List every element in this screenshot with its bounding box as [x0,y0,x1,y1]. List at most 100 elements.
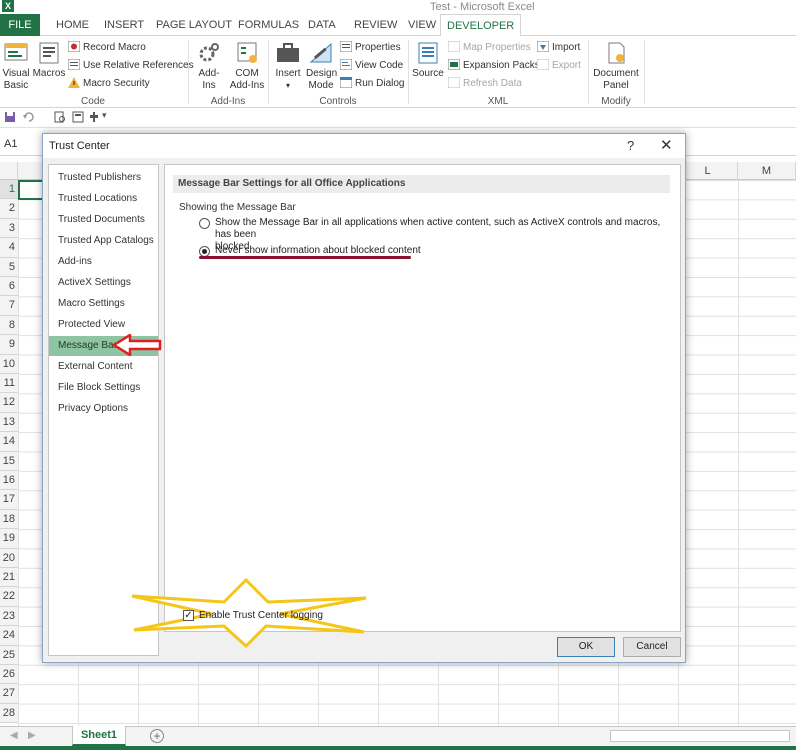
print-preview-icon[interactable] [54,111,66,123]
row-header[interactable]: 6 [0,277,18,297]
row-header[interactable]: 11 [0,374,18,394]
tab-file[interactable]: FILE [0,14,40,36]
radio-show-message-bar[interactable] [199,218,210,229]
nav-item-macro-settings[interactable]: Macro Settings [49,294,158,314]
tab-home[interactable]: HOME [50,14,95,36]
dialog-title: Trust Center [49,140,110,152]
document-panel-button[interactable]: Document Panel [592,40,640,92]
nav-item-trusted-locations[interactable]: Trusted Locations [49,189,158,209]
save-icon[interactable] [4,111,16,123]
macro-security-button[interactable]: Macro Security [68,76,150,92]
ok-button[interactable]: OK [557,637,615,657]
tab-review[interactable]: REVIEW [348,14,403,36]
row-header[interactable]: 19 [0,529,18,549]
view-code-button[interactable]: View Code [340,58,403,74]
name-box[interactable]: A1 [4,138,17,150]
row-header[interactable]: 26 [0,665,18,685]
row-header[interactable]: 21 [0,568,18,588]
run-dialog-button[interactable]: Run Dialog [340,76,404,92]
macros-button[interactable]: Macros [32,40,66,80]
cancel-button[interactable]: Cancel [623,637,681,657]
help-button[interactable]: ? [627,138,634,153]
row-header[interactable]: 10 [0,354,18,374]
row-header[interactable]: 9 [0,335,18,355]
option-show-message-bar[interactable]: Show the Message Bar in all applications… [199,217,669,252]
row-header[interactable]: 24 [0,626,18,646]
com-addins-button[interactable]: COM Add-Ins [229,40,265,92]
toggle-icon[interactable] [88,111,100,123]
source-button[interactable]: Source [412,40,444,80]
status-bar [0,746,796,750]
nav-item-trusted-app-catalogs[interactable]: Trusted App Catalogs [49,231,158,251]
row-header[interactable]: 20 [0,548,18,568]
expansion-packs-button[interactable]: Expansion Packs [448,58,540,74]
row-header[interactable]: 13 [0,412,18,433]
insert-control-button[interactable]: Insert ▾ [272,40,304,92]
select-all-corner[interactable] [0,162,18,180]
column-header-m[interactable]: M [738,162,796,180]
row-header[interactable]: 1 [0,180,18,200]
document-panel-icon [608,42,625,64]
sheet-prev-icon[interactable]: ◀ [10,730,18,741]
enable-logging-checkbox[interactable]: ✓ [183,610,194,621]
nav-item-add-ins[interactable]: Add-ins [49,252,158,272]
use-relative-references-button[interactable]: Use Relative References [68,58,194,74]
nav-item-file-block-settings[interactable]: File Block Settings [49,378,158,398]
refresh-data-button[interactable]: Refresh Data [448,76,522,92]
message-bar-settings-panel: Message Bar Settings for all Office Appl… [164,164,681,632]
row-header[interactable]: 27 [0,684,18,704]
tab-data[interactable]: DATA [302,14,342,36]
horizontal-scrollbar[interactable] [610,730,790,742]
row-header[interactable]: 15 [0,451,18,471]
column-header-l[interactable]: L [678,162,738,180]
tab-page-layout[interactable]: PAGE LAYOUT [150,14,238,36]
selected-cell-a1[interactable] [18,180,44,200]
nav-item-external-content[interactable]: External Content [49,357,158,377]
properties-icon [340,41,352,52]
add-sheet-icon[interactable]: + [150,729,164,743]
export-button[interactable]: Export [537,58,581,74]
map-properties-button[interactable]: Map Properties [448,40,531,56]
import-button[interactable]: Import [537,40,580,56]
row-header[interactable]: 25 [0,645,18,665]
undo-icon[interactable] [22,111,34,123]
row-header[interactable]: 4 [0,238,18,258]
row-header[interactable]: 22 [0,587,18,607]
nav-item-privacy-options[interactable]: Privacy Options [49,399,158,419]
row-header[interactable]: 23 [0,606,18,627]
design-mode-button[interactable]: Design Mode [306,40,337,92]
tab-view[interactable]: VIEW [402,14,442,36]
customize-qat-icon[interactable]: ▾ [102,110,107,121]
sheet-tab-bar: ◀ ▶ Sheet1 + [0,726,796,746]
row-header[interactable]: 16 [0,471,18,491]
refresh-data-label: Refresh Data [463,78,522,89]
tab-developer[interactable]: DEVELOPER [440,14,522,37]
map-properties-label: Map Properties [463,42,531,53]
row-header[interactable]: 14 [0,432,18,452]
tab-insert[interactable]: INSERT [98,14,150,36]
row-header[interactable]: 28 [0,703,18,724]
visual-basic-button[interactable]: Visual Basic [2,40,30,92]
nav-item-protected-view[interactable]: Protected View [49,315,158,335]
form-control-icon[interactable] [72,111,84,123]
tab-formulas[interactable]: FORMULAS [232,14,305,36]
nav-item-activex-settings[interactable]: ActiveX Settings [49,273,158,293]
record-macro-button[interactable]: Record Macro [68,40,146,56]
relative-references-label: Use Relative References [83,60,194,71]
row-header[interactable]: 12 [0,393,18,413]
row-header[interactable]: 18 [0,509,18,530]
row-header[interactable]: 8 [0,315,18,336]
addins-button[interactable]: Add-Ins [192,40,226,92]
properties-button[interactable]: Properties [340,40,401,56]
sheet-next-icon[interactable]: ▶ [28,730,36,741]
modify-group-label: Modify [601,96,631,107]
nav-item-trusted-publishers[interactable]: Trusted Publishers [49,168,158,188]
nav-item-trusted-documents[interactable]: Trusted Documents [49,210,158,230]
row-header[interactable]: 7 [0,296,18,316]
close-icon[interactable]: ✕ [660,136,673,154]
row-header[interactable]: 2 [0,199,18,219]
sheet-tab-sheet1[interactable]: Sheet1 [72,726,126,746]
row-header[interactable]: 5 [0,257,18,277]
row-header[interactable]: 17 [0,490,18,510]
row-header[interactable]: 3 [0,218,18,239]
